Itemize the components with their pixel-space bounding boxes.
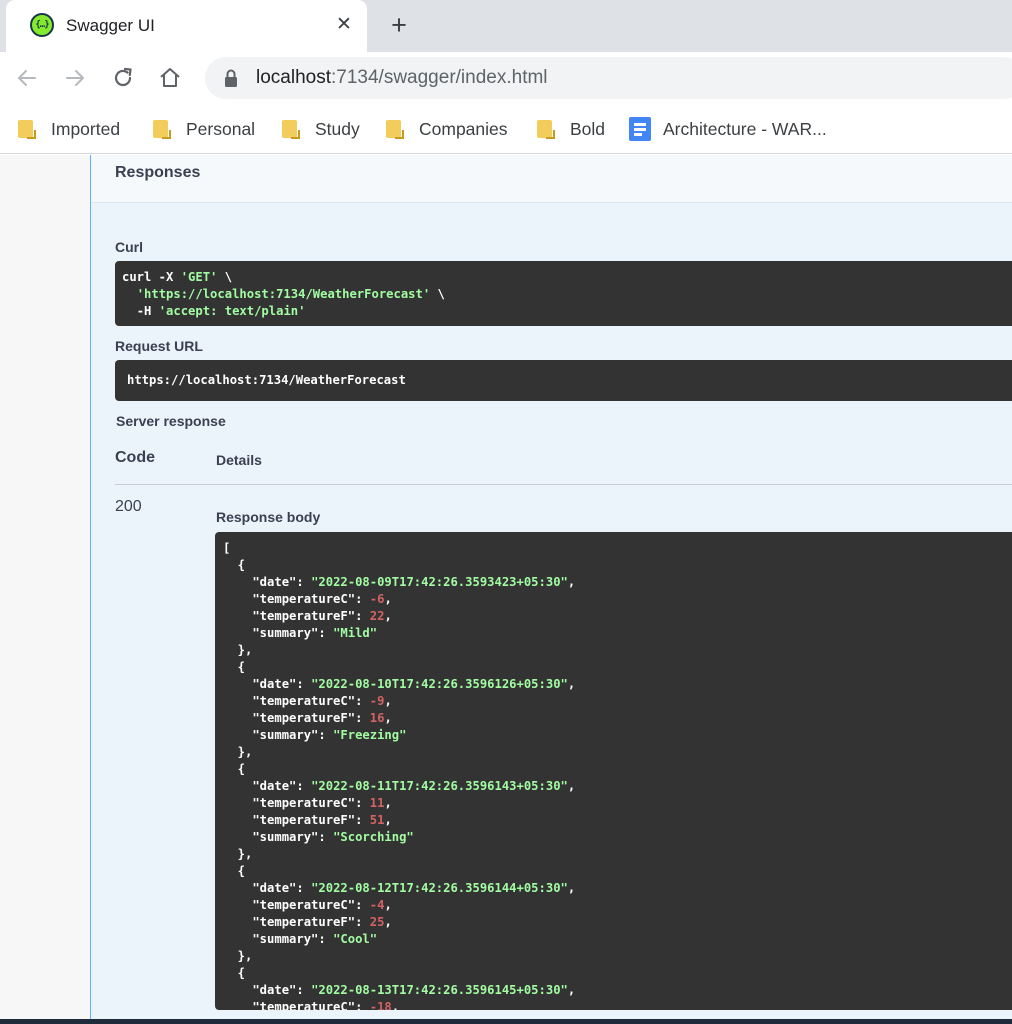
json-line: "temperatureC": -18, <box>223 1000 400 1010</box>
bookmark-study[interactable]: Study <box>281 114 360 144</box>
new-tab-icon[interactable]: + <box>385 11 413 39</box>
folder-icon <box>536 119 556 139</box>
json-line: }, <box>223 643 253 657</box>
json-line: { <box>223 864 246 878</box>
json-line: "summary": "Scorching" <box>223 830 414 844</box>
request-url-block[interactable]: https://localhost:7134/WeatherForecast <box>115 360 1012 401</box>
operation-block: Responses Curl curl -X 'GET' \ 'https://… <box>90 155 1012 1024</box>
json-line: "temperatureC": 11, <box>223 796 392 810</box>
browser-tab[interactable]: {…} Swagger UI ✕ <box>6 0 367 52</box>
responses-title: Responses <box>115 164 201 181</box>
table-divider <box>115 484 1012 485</box>
swagger-favicon-icon: {…} <box>30 13 54 37</box>
reload-icon[interactable] <box>109 64 137 92</box>
json-line: { <box>223 660 246 674</box>
json-line: { <box>223 762 246 776</box>
bookmark-personal[interactable]: Personal <box>152 114 255 144</box>
json-line: { <box>223 558 246 572</box>
tab-strip: {…} Swagger UI ✕ + <box>0 0 1012 52</box>
json-line: "date": "2022-08-12T17:42:26.3596144+05:… <box>223 881 576 895</box>
json-line: "date": "2022-08-13T17:42:26.3596145+05:… <box>223 983 576 997</box>
close-tab-icon[interactable]: ✕ <box>332 12 356 38</box>
responses-header: Responses <box>91 155 1012 203</box>
json-line: "temperatureF": 16, <box>223 711 392 725</box>
json-line: "date": "2022-08-11T17:42:26.3596143+05:… <box>223 779 576 793</box>
json-line: "temperatureC": -9, <box>223 694 392 708</box>
json-line: "temperatureF": 22, <box>223 609 392 623</box>
response-body-label: Response body <box>216 509 321 525</box>
status-code: 200 <box>115 498 142 515</box>
forward-arrow-icon[interactable] <box>61 64 89 92</box>
folder-icon <box>152 119 172 139</box>
code-column-header: Code <box>115 449 155 466</box>
json-line: "date": "2022-08-10T17:42:26.3596126+05:… <box>223 677 576 691</box>
json-line: { <box>223 966 246 980</box>
json-line: "temperatureC": -6, <box>223 592 392 606</box>
lock-icon[interactable] <box>222 68 240 88</box>
page-content: Responses Curl curl -X 'GET' \ 'https://… <box>0 155 1012 1024</box>
json-line: "summary": "Cool" <box>223 932 378 946</box>
json-line: }, <box>223 949 253 963</box>
request-url-label: Request URL <box>115 338 203 354</box>
curl-code-block[interactable]: curl -X 'GET' \ 'https://localhost:7134/… <box>115 261 1012 326</box>
bookmark-imported[interactable]: Imported <box>17 114 120 144</box>
json-line: }, <box>223 847 253 861</box>
folder-icon <box>385 119 405 139</box>
json-line: "temperatureC": -4, <box>223 898 392 912</box>
back-arrow-icon[interactable] <box>13 64 41 92</box>
google-docs-icon <box>629 117 651 141</box>
server-response-label: Server response <box>116 413 226 429</box>
left-gutter <box>0 155 91 1024</box>
response-body-block[interactable]: [ { "date": "2022-08-09T17:42:26.3593423… <box>215 532 1012 1010</box>
folder-icon <box>281 119 301 139</box>
json-line: "temperatureF": 51, <box>223 813 392 827</box>
home-icon[interactable] <box>156 64 184 92</box>
bookmark-companies[interactable]: Companies <box>385 114 508 144</box>
json-line: [ <box>223 541 231 555</box>
bookmark-architecture[interactable]: Architecture - WAR... <box>629 114 827 144</box>
json-line: "temperatureF": 25, <box>223 915 392 929</box>
json-line: "summary": "Mild" <box>223 626 378 640</box>
os-taskbar <box>0 1019 1012 1024</box>
json-line: "date": "2022-08-09T17:42:26.3593423+05:… <box>223 575 576 589</box>
folder-icon <box>17 119 37 139</box>
curl-label: Curl <box>115 239 143 255</box>
bookmark-bold[interactable]: Bold <box>536 114 605 144</box>
json-line: "summary": "Freezing" <box>223 728 407 742</box>
tab-title: Swagger UI <box>66 16 155 35</box>
json-line: }, <box>223 745 253 759</box>
url-text[interactable]: localhost:7134/swagger/index.html <box>256 67 548 89</box>
bookmarks-bar: Imported Personal Study Companies Bold A… <box>0 104 1012 154</box>
details-column-header: Details <box>216 452 262 468</box>
